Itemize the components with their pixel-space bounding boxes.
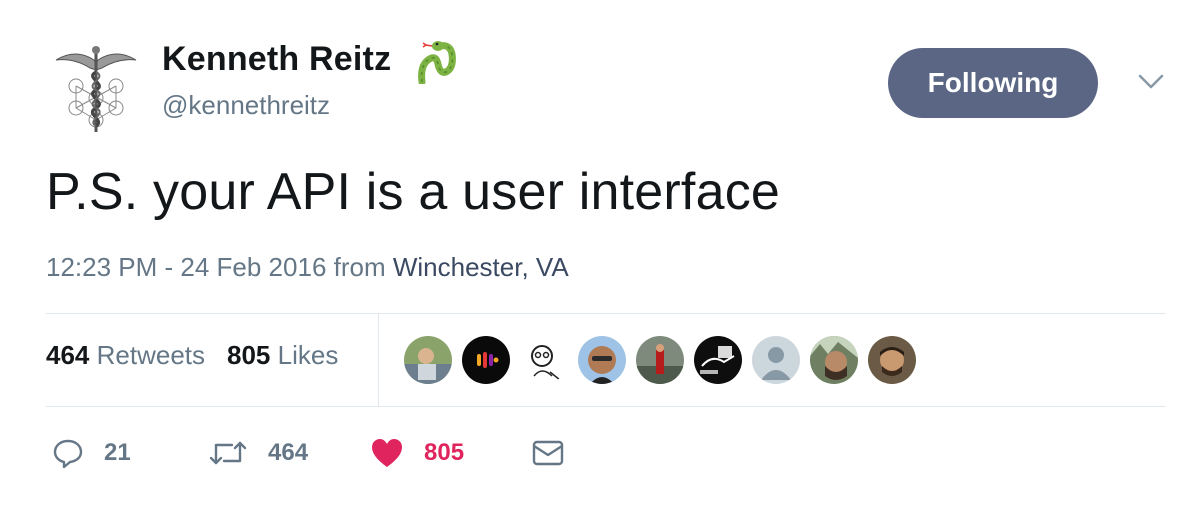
- snake-icon: [414, 38, 464, 86]
- engagement-stats: 464 Retweets 805 Likes: [46, 340, 338, 371]
- likes-stat[interactable]: 805 Likes: [227, 340, 338, 370]
- caduceus-icon: [55, 46, 137, 132]
- heart-icon: [372, 439, 402, 467]
- retweet-action[interactable]: 464: [208, 436, 308, 470]
- divider: [46, 313, 1166, 314]
- author-name[interactable]: Kenneth Reitz: [162, 40, 391, 79]
- divider: [378, 314, 379, 406]
- likes-label: Likes: [277, 340, 339, 370]
- tweet-text: P.S. your API is a user interface: [46, 163, 781, 221]
- liker-avatar-5[interactable]: [636, 336, 684, 384]
- profile-avatar[interactable]: [46, 38, 146, 138]
- liker-avatar-6[interactable]: [694, 336, 742, 384]
- envelope-icon: [532, 440, 564, 466]
- liker-avatar-9[interactable]: [868, 336, 916, 384]
- tweet-meta: 12:23 PM - 24 Feb 2016 from Winchester, …: [46, 252, 569, 283]
- tweet-timestamp[interactable]: 12:23 PM - 24 Feb 2016 from: [46, 252, 393, 282]
- liker-avatar-8[interactable]: [810, 336, 858, 384]
- like-action[interactable]: 805: [370, 436, 464, 470]
- reply-icon: [53, 439, 83, 469]
- liker-avatar-7[interactable]: [752, 336, 800, 384]
- retweets-stat[interactable]: 464 Retweets: [46, 340, 205, 370]
- retweets-label: Retweets: [96, 340, 206, 370]
- retweets-count: 464: [46, 340, 90, 370]
- like-count: 805: [424, 439, 465, 466]
- liker-avatar-3[interactable]: [520, 336, 568, 384]
- retweet-icon: [209, 441, 247, 465]
- tweet-location[interactable]: Winchester, VA: [393, 252, 569, 282]
- chevron-down-icon[interactable]: [1134, 70, 1168, 94]
- reply-action[interactable]: 21: [52, 436, 131, 470]
- liker-avatar-4[interactable]: [578, 336, 626, 384]
- retweet-count: 464: [268, 439, 309, 466]
- liker-avatar-2[interactable]: [462, 336, 510, 384]
- following-button[interactable]: Following: [888, 48, 1098, 118]
- liker-avatar-1[interactable]: [404, 336, 452, 384]
- likes-count: 805: [227, 340, 271, 370]
- author-handle[interactable]: @kennethreitz: [162, 90, 330, 121]
- reply-count: 21: [104, 439, 131, 466]
- direct-message-action[interactable]: [532, 436, 564, 470]
- divider: [46, 406, 1166, 407]
